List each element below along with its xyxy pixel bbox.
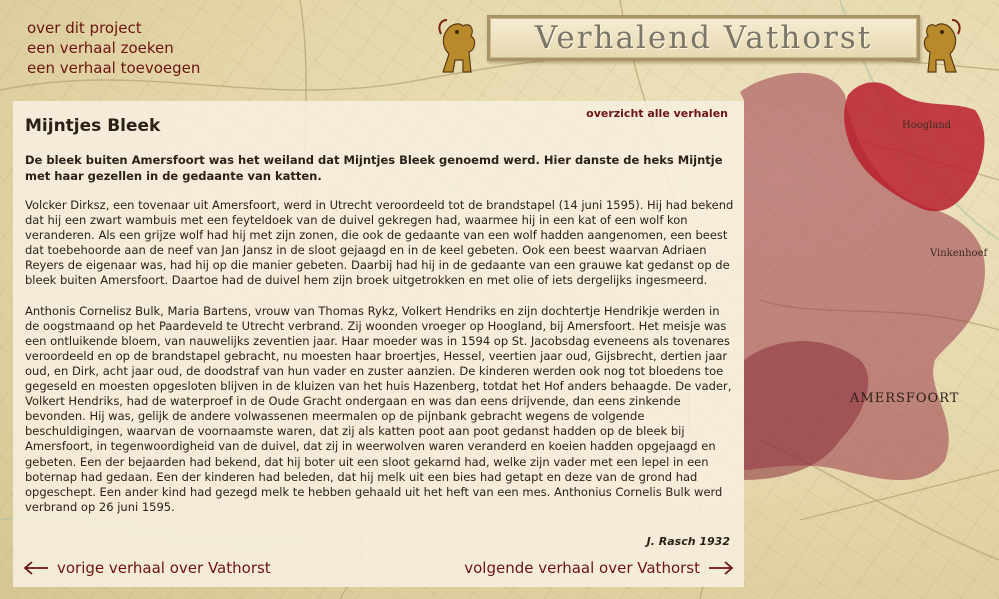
- arrow-right-icon: [709, 561, 734, 575]
- story-lead: De bleek buiten Amersfoort was het weila…: [25, 153, 723, 183]
- overview-link[interactable]: overzicht alle verhalen: [586, 107, 728, 120]
- nav-about-link[interactable]: over dit project: [27, 18, 200, 38]
- story-body: Volcker Dirksz, een tovenaar uit Amersfo…: [25, 198, 735, 530]
- map-label-hoogland: Hoogland: [902, 120, 952, 131]
- banner-title: Verhalend Vathorst: [534, 20, 873, 56]
- nav-add-link[interactable]: een verhaal toevoegen: [27, 58, 200, 78]
- story-title: Mijntjes Bleek: [25, 116, 161, 136]
- map-label-vinkenhoef: Vinkenhoef: [929, 248, 988, 259]
- arrow-left-icon: [23, 561, 48, 575]
- nav-search-link[interactable]: een verhaal zoeken: [27, 38, 200, 58]
- story-paragraph-1: Volcker Dirksz, een tovenaar uit Amersfo…: [25, 198, 734, 288]
- story-panel: overzicht alle verhalen Mijntjes Bleek D…: [13, 101, 744, 587]
- map-label-amersfoort: AMERSFOORT: [849, 391, 959, 406]
- site-banner[interactable]: Verhalend Vathorst: [487, 15, 920, 61]
- next-story-link[interactable]: volgende verhaal over Vathorst: [464, 559, 734, 577]
- previous-story-label: vorige verhaal over Vathorst: [57, 559, 271, 577]
- lion-left-icon: [438, 19, 476, 73]
- story-author: J. Rasch 1932: [646, 535, 730, 548]
- lion-right-icon: [923, 19, 961, 73]
- main-nav: over dit project een verhaal zoeken een …: [27, 18, 200, 78]
- previous-story-link[interactable]: vorige verhaal over Vathorst: [23, 559, 271, 577]
- story-paragraph-2: Anthonis Cornelisz Bulk, Maria Bartens, …: [25, 303, 732, 514]
- next-story-label: volgende verhaal over Vathorst: [464, 559, 700, 577]
